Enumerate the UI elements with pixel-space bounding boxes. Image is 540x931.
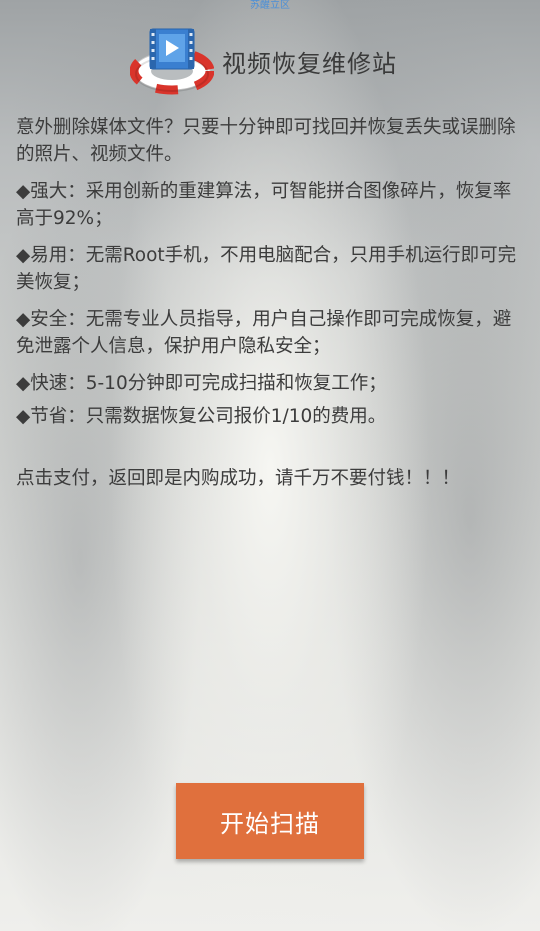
- intro-text: 意外删除媒体文件？只要十分钟即可找回并恢复丢失或误删除的照片、视频文件。: [16, 117, 516, 165]
- status-bar-label: 苏醒立区: [250, 0, 290, 11]
- app-title: 视频恢复维修站: [222, 49, 397, 78]
- feature-fast: ◆快速：5-10分钟即可完成扫描和恢复工作；: [16, 373, 387, 394]
- payment-notice: 点击支付，返回即是内购成功，请千万不要付钱！！！: [16, 468, 461, 489]
- start-scan-button[interactable]: 开始扫描: [176, 783, 364, 859]
- feature-safe: ◆安全：无需专业人员指导，用户自己操作即可完成恢复，避免泄露个人信息，保护用户隐…: [16, 309, 512, 357]
- video-lifebuoy-icon: [129, 27, 215, 95]
- description-panel: 意外删除媒体文件？只要十分钟即可找回并恢复丢失或误删除的照片、视频文件。 ◆强大…: [16, 114, 522, 436]
- feature-easy: ◆易用：无需Root手机，不用电脑配合，只用手机运行即可完美恢复；: [16, 245, 517, 293]
- feature-powerful: ◆强大：采用创新的重建算法，可智能拼合图像碎片，恢复率高于92%；: [16, 181, 512, 229]
- feature-economical: ◆节省：只需数据恢复公司报价1/10的费用。: [16, 406, 387, 427]
- app-header: 视频恢复维修站: [129, 26, 397, 96]
